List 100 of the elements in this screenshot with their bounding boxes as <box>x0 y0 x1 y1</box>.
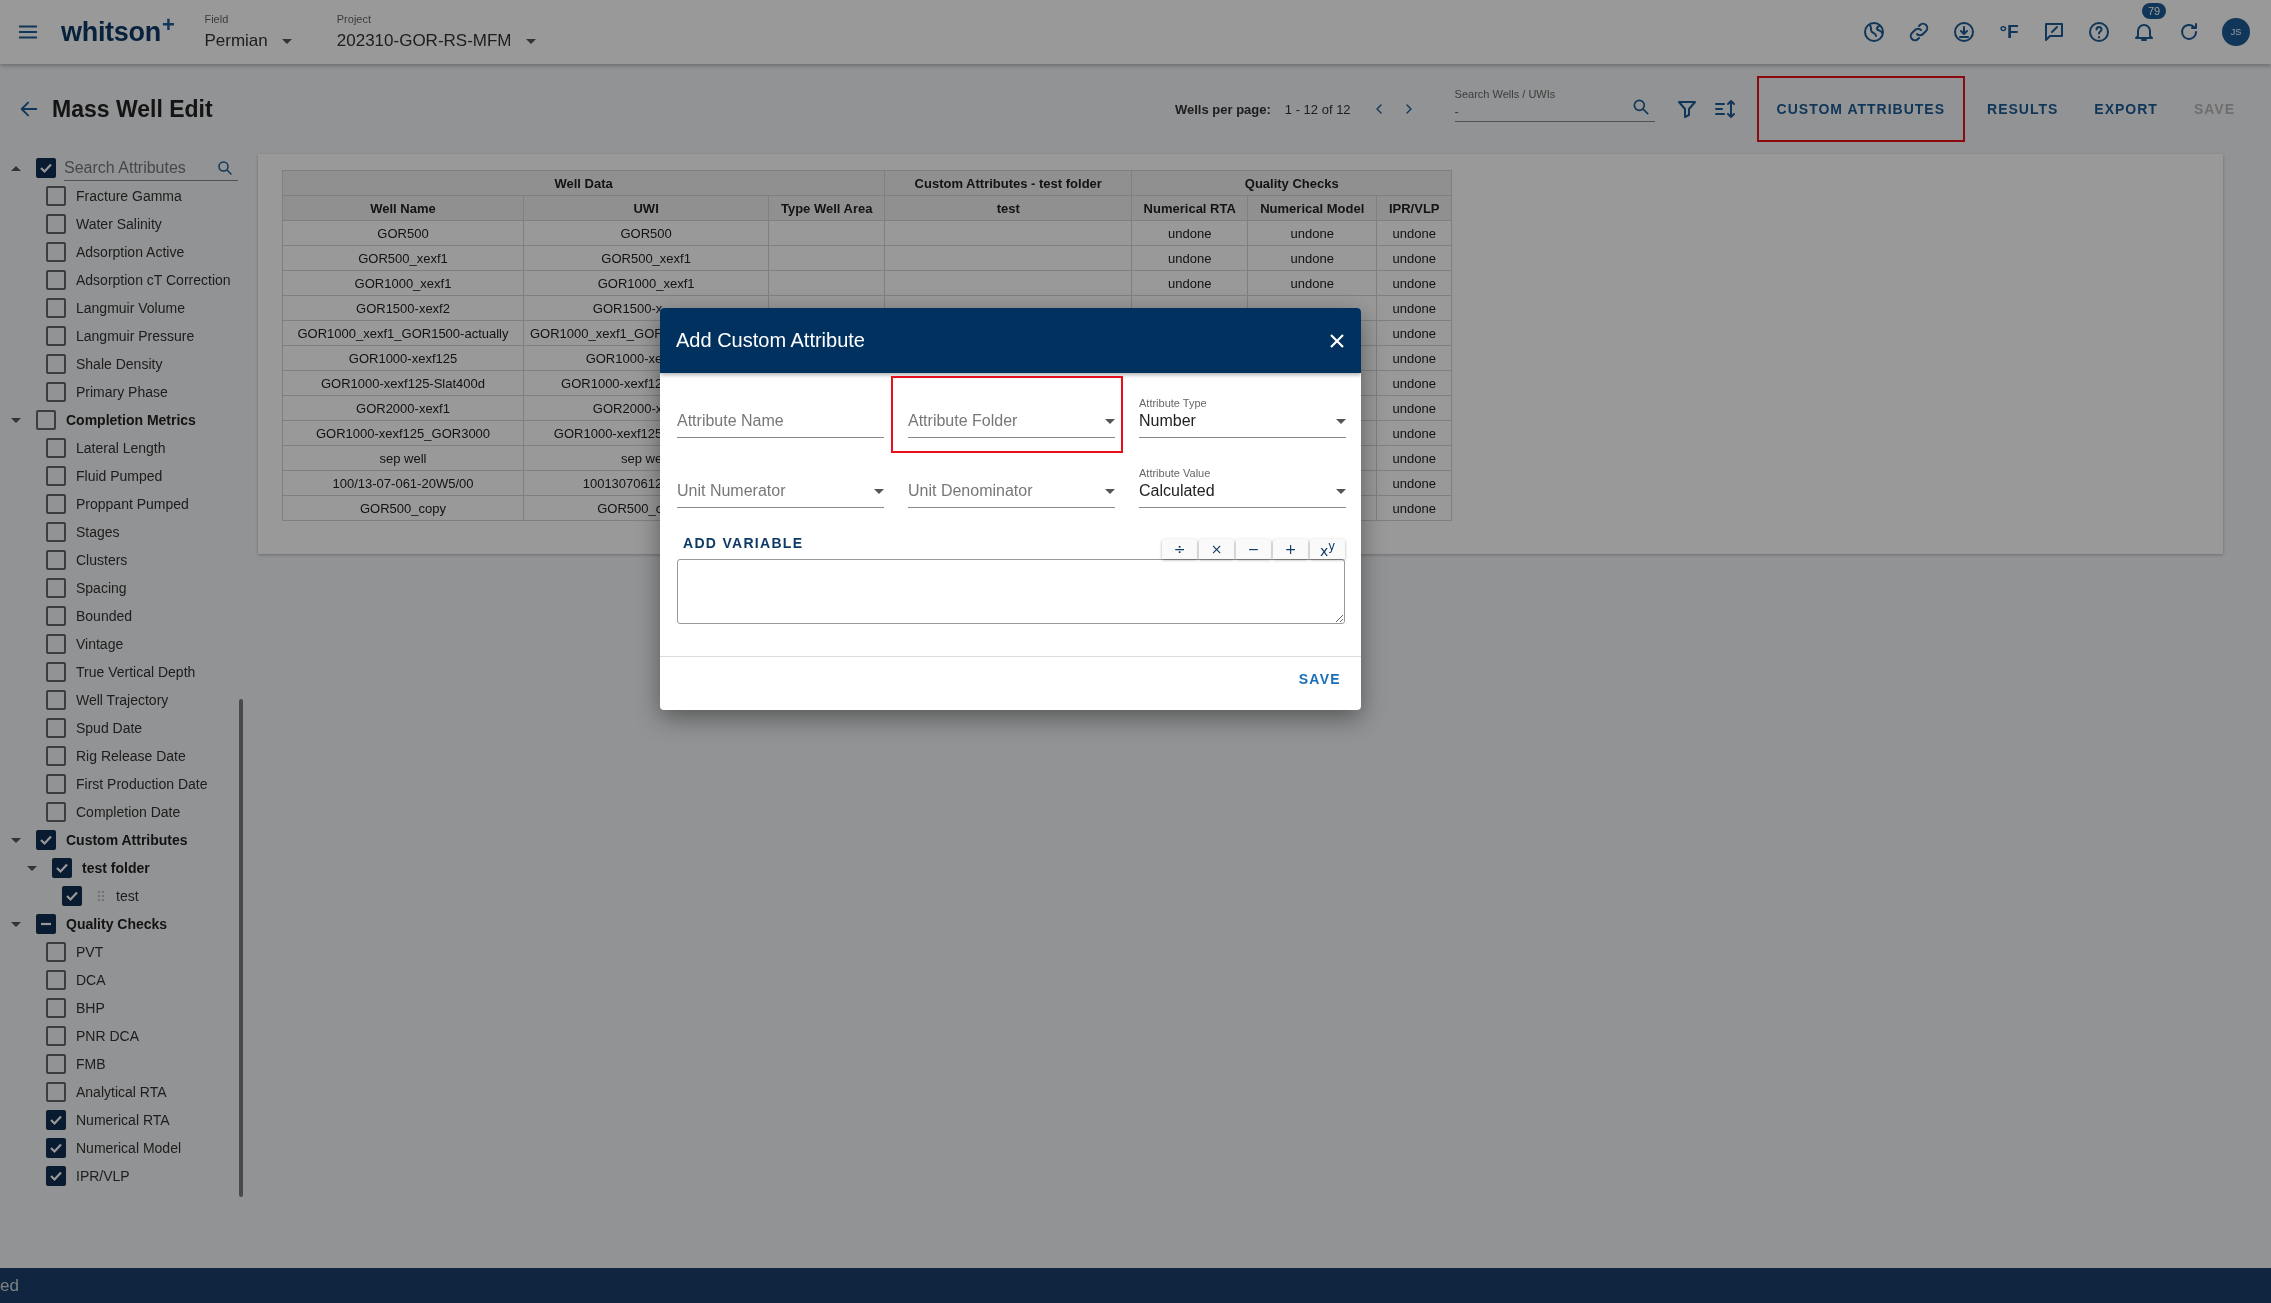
checkbox[interactable] <box>52 858 72 878</box>
tree-item-label[interactable]: Adsorption cT Correction <box>76 272 231 288</box>
tree-item-label[interactable]: Spud Date <box>76 720 143 736</box>
checkbox[interactable] <box>46 634 66 654</box>
checkbox[interactable] <box>46 186 66 206</box>
link-icon[interactable] <box>1907 20 1931 44</box>
checkbox[interactable] <box>46 718 66 738</box>
user-avatar[interactable]: JS <box>2222 18 2250 46</box>
attribute-search-field[interactable]: Search Attributes <box>64 155 238 181</box>
drag-handle-icon[interactable] <box>98 891 104 901</box>
collapse-icon[interactable] <box>27 865 37 871</box>
checkbox[interactable] <box>36 914 56 934</box>
tree-item-label[interactable]: PVT <box>76 944 104 960</box>
feedback-icon[interactable] <box>2042 20 2066 44</box>
scrollbar[interactable] <box>239 699 243 1197</box>
operator-button[interactable]: × <box>1199 539 1234 559</box>
tree-item-label[interactable]: Fluid Pumped <box>76 468 163 484</box>
checkbox[interactable] <box>46 1110 66 1130</box>
checkbox[interactable] <box>46 1166 66 1186</box>
operator-button[interactable]: x$^{y}$ <box>1310 539 1345 559</box>
tree-item-label[interactable]: Spacing <box>76 580 127 596</box>
tree-item-label[interactable]: First Production Date <box>76 776 208 792</box>
collapse-icon[interactable] <box>11 921 21 927</box>
tree-item-label[interactable]: Water Salinity <box>76 216 162 232</box>
add-variable-link[interactable]: ADD VARIABLE <box>683 535 804 551</box>
save-button[interactable]: SAVE <box>1292 667 1347 691</box>
checkbox[interactable] <box>46 746 66 766</box>
checkbox[interactable] <box>46 326 66 346</box>
tree-item-label[interactable]: Analytical RTA <box>76 1084 167 1100</box>
operator-button[interactable]: + <box>1273 539 1308 559</box>
project-select[interactable]: 202310-GOR-RS-MFM <box>336 31 536 51</box>
checkbox[interactable] <box>46 270 66 290</box>
checkbox[interactable] <box>46 242 66 262</box>
toolbar-button[interactable]: RESULTS <box>1973 89 2073 129</box>
checkbox[interactable] <box>46 466 66 486</box>
collapse-icon[interactable] <box>11 165 21 171</box>
tree-item-label[interactable]: Rig Release Date <box>76 748 186 764</box>
tree-item-label[interactable]: FMB <box>76 1056 106 1072</box>
tree-item-label[interactable]: Stages <box>76 524 120 540</box>
tree-item-label[interactable]: Lateral Length <box>76 440 166 456</box>
select-field[interactable]: Attribute Folder <box>908 386 1115 438</box>
toolbar-button[interactable]: EXPORT <box>2080 89 2172 129</box>
tree-group-label[interactable]: test folder <box>82 860 150 876</box>
download-icon[interactable] <box>1952 20 1976 44</box>
checkbox[interactable] <box>46 550 66 570</box>
checkbox[interactable] <box>36 830 56 850</box>
tree-item-label[interactable]: Proppant Pumped <box>76 496 189 512</box>
checkbox[interactable] <box>46 382 66 402</box>
checkbox[interactable] <box>46 354 66 374</box>
operator-button[interactable]: − <box>1236 539 1271 559</box>
tree-group-label[interactable]: Custom Attributes <box>66 832 188 848</box>
tree-item-label[interactable]: True Vertical Depth <box>76 664 196 680</box>
search-icon[interactable] <box>216 159 234 177</box>
checkbox[interactable] <box>46 606 66 626</box>
tree-item-label[interactable]: Clusters <box>76 552 128 568</box>
tree-item-label[interactable]: test <box>116 888 139 904</box>
checkbox[interactable] <box>46 298 66 318</box>
tree-item-label[interactable]: BHP <box>76 1000 105 1016</box>
globe-icon[interactable] <box>1862 20 1886 44</box>
formula-field[interactable] <box>677 559 1345 624</box>
checkbox[interactable] <box>46 578 66 598</box>
tree-item-label[interactable]: IPR/VLP <box>76 1168 130 1184</box>
tree-item-label[interactable]: DCA <box>76 972 106 988</box>
tree-item-label[interactable]: Adsorption Active <box>76 244 185 260</box>
select-field[interactable]: Attribute Value Calculated <box>1139 456 1346 508</box>
checkbox[interactable] <box>46 1082 66 1102</box>
checkbox[interactable] <box>46 998 66 1018</box>
tree-item-label[interactable]: Langmuir Volume <box>76 300 185 316</box>
tree-item-label[interactable]: Numerical Model <box>76 1140 182 1156</box>
checkbox[interactable] <box>36 410 56 430</box>
tree-item-label[interactable]: PNR DCA <box>76 1028 139 1044</box>
tree-item-label[interactable]: Primary Phase <box>76 384 168 400</box>
checkbox[interactable] <box>46 438 66 458</box>
tree-group-label[interactable]: Quality Checks <box>66 916 168 932</box>
tree-item-label[interactable]: Shale Density <box>76 356 163 372</box>
checkbox[interactable] <box>46 690 66 710</box>
checkbox[interactable] <box>46 1138 66 1158</box>
collapse-icon[interactable] <box>11 837 21 843</box>
checkbox[interactable] <box>46 942 66 962</box>
checkbox[interactable] <box>46 774 66 794</box>
checkbox[interactable] <box>36 158 56 178</box>
tree-group-label[interactable]: Completion Metrics <box>66 412 196 428</box>
select-field[interactable]: Unit Denominator <box>908 456 1115 508</box>
close-icon[interactable] <box>1329 332 1345 349</box>
sort-icon[interactable] <box>1712 97 1737 121</box>
checkbox[interactable] <box>62 886 82 906</box>
checkbox[interactable] <box>46 662 66 682</box>
operator-button[interactable]: ÷ <box>1162 539 1197 559</box>
select-field[interactable]: Unit Numerator <box>677 456 884 508</box>
checkbox[interactable] <box>46 522 66 542</box>
search-field[interactable]: Search Wells / UWIs - <box>1454 88 1655 122</box>
checkbox[interactable] <box>46 214 66 234</box>
checkbox[interactable] <box>46 970 66 990</box>
tree-item-label[interactable]: Bounded <box>76 608 133 624</box>
tree-item-label[interactable]: Fracture Gamma <box>76 188 182 204</box>
field-select[interactable]: Permian <box>204 31 292 51</box>
tree-item-label[interactable]: Numerical RTA <box>76 1112 170 1128</box>
collapse-icon[interactable] <box>11 417 21 423</box>
help-icon[interactable] <box>2087 20 2111 44</box>
checkbox[interactable] <box>46 494 66 514</box>
